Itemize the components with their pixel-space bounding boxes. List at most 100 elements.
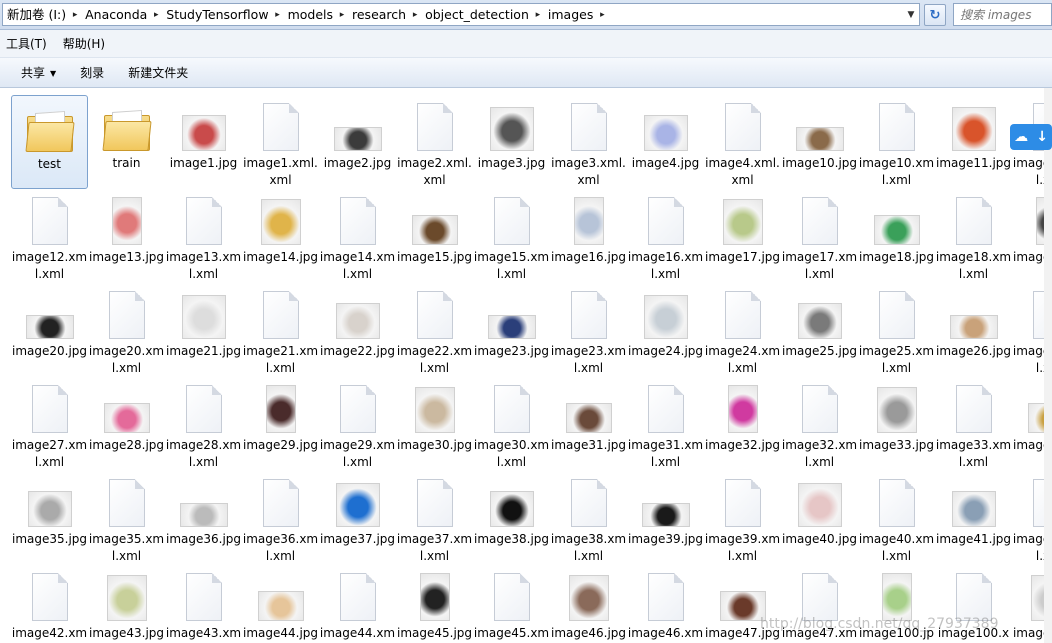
file-list[interactable]: test train image1.jpg image1.xml.xml image2.… [0,88,1052,643]
file-item[interactable]: image2.jpg [319,95,396,189]
file-item[interactable]: image46.xml.xml [627,565,704,643]
share-button[interactable]: 共享 ▼ [0,58,68,88]
crumb-separator-icon[interactable]: ▸ [336,10,348,20]
file-item[interactable]: image44.xml.xml [319,565,396,643]
refresh-icon[interactable]: ↻ [924,4,946,26]
file-item[interactable]: image32.jpg [704,377,781,471]
file-item[interactable]: image28.jpg [88,377,165,471]
crumb-anaconda[interactable]: Anaconda [81,4,150,25]
file-item[interactable]: image31.jpg [550,377,627,471]
cloud-icon[interactable]: ☁ [1014,129,1028,145]
folder-item[interactable]: test [11,95,88,189]
file-item[interactable]: image23.jpg [473,283,550,377]
crumb-drive[interactable]: 新加卷 (I:) [3,4,69,25]
file-item[interactable]: image41.jpg [935,471,1012,565]
crumb-separator-icon[interactable]: ▸ [272,10,284,20]
file-item[interactable]: image18.jpg [858,189,935,283]
file-item[interactable]: image12.xml.xml [11,189,88,283]
file-item[interactable]: image35.jpg [11,471,88,565]
file-item[interactable]: image10.xml.xml [858,95,935,189]
file-item[interactable]: image13.jpg [88,189,165,283]
file-item[interactable]: image45.xml.xml [473,565,550,643]
file-item[interactable]: image36.xml.xml [242,471,319,565]
menu-help[interactable]: 帮助(H) [55,30,113,58]
file-item[interactable]: image25.xml.xml [858,283,935,377]
file-item[interactable]: image37.jpg [319,471,396,565]
folder-item[interactable]: train [88,95,165,189]
file-item[interactable]: image30.xml.xml [473,377,550,471]
file-item[interactable]: image17.jpg [704,189,781,283]
file-item[interactable]: image43.jpg [88,565,165,643]
file-item[interactable]: image20.jpg [11,283,88,377]
file-item[interactable]: image40.jpg [781,471,858,565]
file-item[interactable]: image23.xml.xml [550,283,627,377]
crumb-separator-icon[interactable]: ▸ [150,10,162,20]
file-item[interactable]: image39.jpg [627,471,704,565]
file-item[interactable]: image20.xml.xml [88,283,165,377]
file-item[interactable]: image11.jpg [935,95,1012,189]
file-item[interactable]: image10.jpg [781,95,858,189]
download-icon[interactable]: ↓ [1036,129,1048,145]
file-item[interactable]: image44.jpg [242,565,319,643]
file-item[interactable]: image29.xml.xml [319,377,396,471]
crumb-separator-icon[interactable]: ▸ [596,10,608,20]
floating-widget[interactable]: ☁ ↓ [1010,124,1052,150]
file-item[interactable]: image1.xml.xml [242,95,319,189]
file-item[interactable]: image43.xml.xml [165,565,242,643]
file-item[interactable]: image31.xml.xml [627,377,704,471]
file-item[interactable]: image3.jpg [473,95,550,189]
file-item[interactable]: image13.xml.xml [165,189,242,283]
file-item[interactable]: image46.jpg [550,565,627,643]
file-item[interactable]: image21.jpg [165,283,242,377]
file-item[interactable]: image21.xml.xml [242,283,319,377]
search-box[interactable] [953,3,1052,26]
file-item[interactable]: image4.jpg [627,95,704,189]
burn-button[interactable]: 刻录 [68,58,116,88]
file-item[interactable]: image1.jpg [165,95,242,189]
crumb-models[interactable]: models [284,4,336,25]
crumb-object-detection[interactable]: object_detection [421,4,532,25]
crumb-studytensorflow[interactable]: StudyTensorflow [162,4,271,25]
file-item[interactable]: image32.xml.xml [781,377,858,471]
file-item[interactable]: image15.xml.xml [473,189,550,283]
file-item[interactable]: image30.jpg [396,377,473,471]
file-item[interactable]: image14.xml.xml [319,189,396,283]
file-item[interactable]: image33.xml.xml [935,377,1012,471]
crumb-research[interactable]: research [348,4,409,25]
file-item[interactable]: image45.jpg [396,565,473,643]
file-item[interactable]: image25.jpg [781,283,858,377]
crumb-separator-icon[interactable]: ▸ [409,10,421,20]
file-item[interactable]: image38.xml.xml [550,471,627,565]
crumb-images[interactable]: images [544,4,596,25]
file-item[interactable]: image16.xml.xml [627,189,704,283]
file-item[interactable]: image29.jpg [242,377,319,471]
file-item[interactable]: image22.jpg [319,283,396,377]
file-item[interactable]: image24.xml.xml [704,283,781,377]
file-item[interactable]: image22.xml.xml [396,283,473,377]
menu-tools[interactable]: 工具(T) [0,30,55,58]
file-item[interactable]: image38.jpg [473,471,550,565]
file-item[interactable]: image3.xml.xml [550,95,627,189]
file-item[interactable]: image28.xml.xml [165,377,242,471]
vertical-scrollbar[interactable] [1044,88,1052,643]
breadcrumb[interactable]: 新加卷 (I:) ▸ Anaconda ▸ StudyTensorflow ▸ mod… [2,3,920,26]
file-item[interactable]: image36.jpg [165,471,242,565]
file-item[interactable]: image17.xml.xml [781,189,858,283]
file-item[interactable]: image26.jpg [935,283,1012,377]
file-item[interactable]: image35.xml.xml [88,471,165,565]
new-folder-button[interactable]: 新建文件夹 [116,58,200,88]
file-item[interactable]: image39.xml.xml [704,471,781,565]
address-dropdown-icon[interactable]: ▼ [904,4,918,25]
search-input[interactable] [954,4,1051,25]
file-item[interactable]: image27.xml.xml [11,377,88,471]
file-item[interactable]: image42.xml.xml [11,565,88,643]
file-item[interactable]: image37.xml.xml [396,471,473,565]
file-item[interactable]: image24.jpg [627,283,704,377]
file-item[interactable]: image2.xml.xml [396,95,473,189]
file-item[interactable]: image4.xml.xml [704,95,781,189]
file-item[interactable]: image33.jpg [858,377,935,471]
crumb-separator-icon[interactable]: ▸ [532,10,544,20]
file-item[interactable]: image15.jpg [396,189,473,283]
file-item[interactable]: image40.xml.xml [858,471,935,565]
file-item[interactable]: image16.jpg [550,189,627,283]
